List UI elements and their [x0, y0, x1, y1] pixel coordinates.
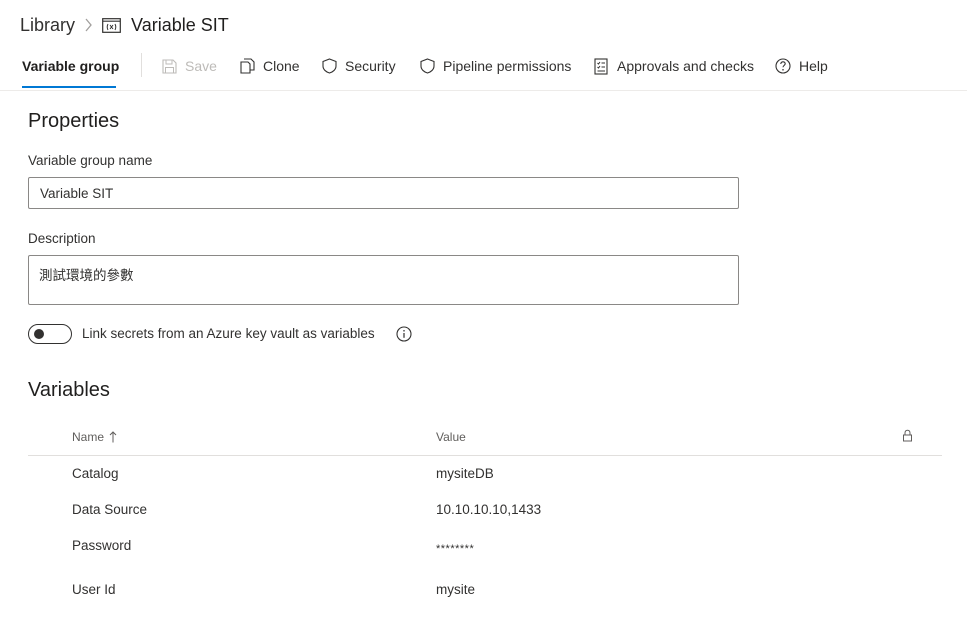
toggle-knob	[34, 329, 44, 339]
variable-name[interactable]: Data Source	[72, 502, 147, 517]
variable-group-name-input[interactable]: Variable SIT	[28, 177, 739, 209]
security-button[interactable]: Security	[322, 54, 396, 78]
approvals-checks-label: Approvals and checks	[617, 58, 754, 74]
save-label: Save	[185, 58, 217, 74]
secret-value-masked[interactable]: ********	[436, 543, 474, 555]
pipeline-permissions-button[interactable]: Pipeline permissions	[420, 54, 571, 78]
variable-name[interactable]: User Id	[72, 582, 116, 597]
value-column-label: Value	[436, 430, 466, 444]
save-button[interactable]: Save	[162, 54, 217, 78]
info-icon[interactable]	[396, 326, 412, 347]
name-column-label: Name	[72, 430, 105, 444]
clone-icon	[240, 58, 255, 74]
variable-value[interactable]: 10.10.10.10,1433	[436, 502, 541, 517]
lock-icon	[902, 429, 913, 447]
page-title: Variable SIT	[131, 14, 229, 35]
name-column-header[interactable]: Name	[72, 430, 117, 444]
help-icon	[775, 58, 791, 74]
variable-group-icon	[102, 17, 121, 33]
keyvault-toggle-label: Link secrets from an Azure key vault as …	[82, 326, 375, 341]
sort-ascending-icon	[109, 431, 117, 443]
active-tab-indicator	[22, 86, 116, 88]
breadcrumb: Library Variable SIT	[20, 12, 229, 38]
variables-heading: Variables	[28, 379, 110, 401]
description-input[interactable]: 測試環境的參數	[28, 255, 739, 305]
clone-button[interactable]: Clone	[240, 54, 300, 78]
toolbar-divider	[141, 53, 142, 77]
save-icon	[162, 58, 177, 74]
variable-name[interactable]: Password	[72, 538, 131, 553]
chevron-right-icon	[84, 18, 93, 32]
breadcrumb-library-link[interactable]: Library	[20, 15, 75, 36]
help-label: Help	[799, 58, 828, 74]
security-label: Security	[345, 58, 396, 74]
checklist-icon	[594, 57, 608, 75]
value-column-header[interactable]: Value	[436, 430, 466, 444]
command-bar: Variable group Save Clone Security Pipel…	[0, 50, 967, 91]
tab-variable-group[interactable]: Variable group	[22, 58, 119, 74]
pipeline-permissions-label: Pipeline permissions	[443, 58, 572, 74]
approvals-checks-button[interactable]: Approvals and checks	[594, 54, 754, 78]
shield-icon	[420, 58, 435, 74]
variable-name[interactable]: Catalog	[72, 466, 119, 481]
variable-value[interactable]: mysite	[436, 582, 475, 597]
help-button[interactable]: Help	[775, 54, 828, 78]
table-header-divider	[28, 455, 942, 456]
shield-icon	[322, 58, 337, 74]
properties-heading: Properties	[28, 110, 120, 132]
description-label: Description	[28, 231, 96, 246]
clone-label: Clone	[263, 58, 300, 74]
variable-value[interactable]: mysiteDB	[436, 466, 494, 481]
variable-group-name-label: Variable group name	[28, 153, 153, 168]
keyvault-toggle[interactable]	[28, 324, 72, 344]
